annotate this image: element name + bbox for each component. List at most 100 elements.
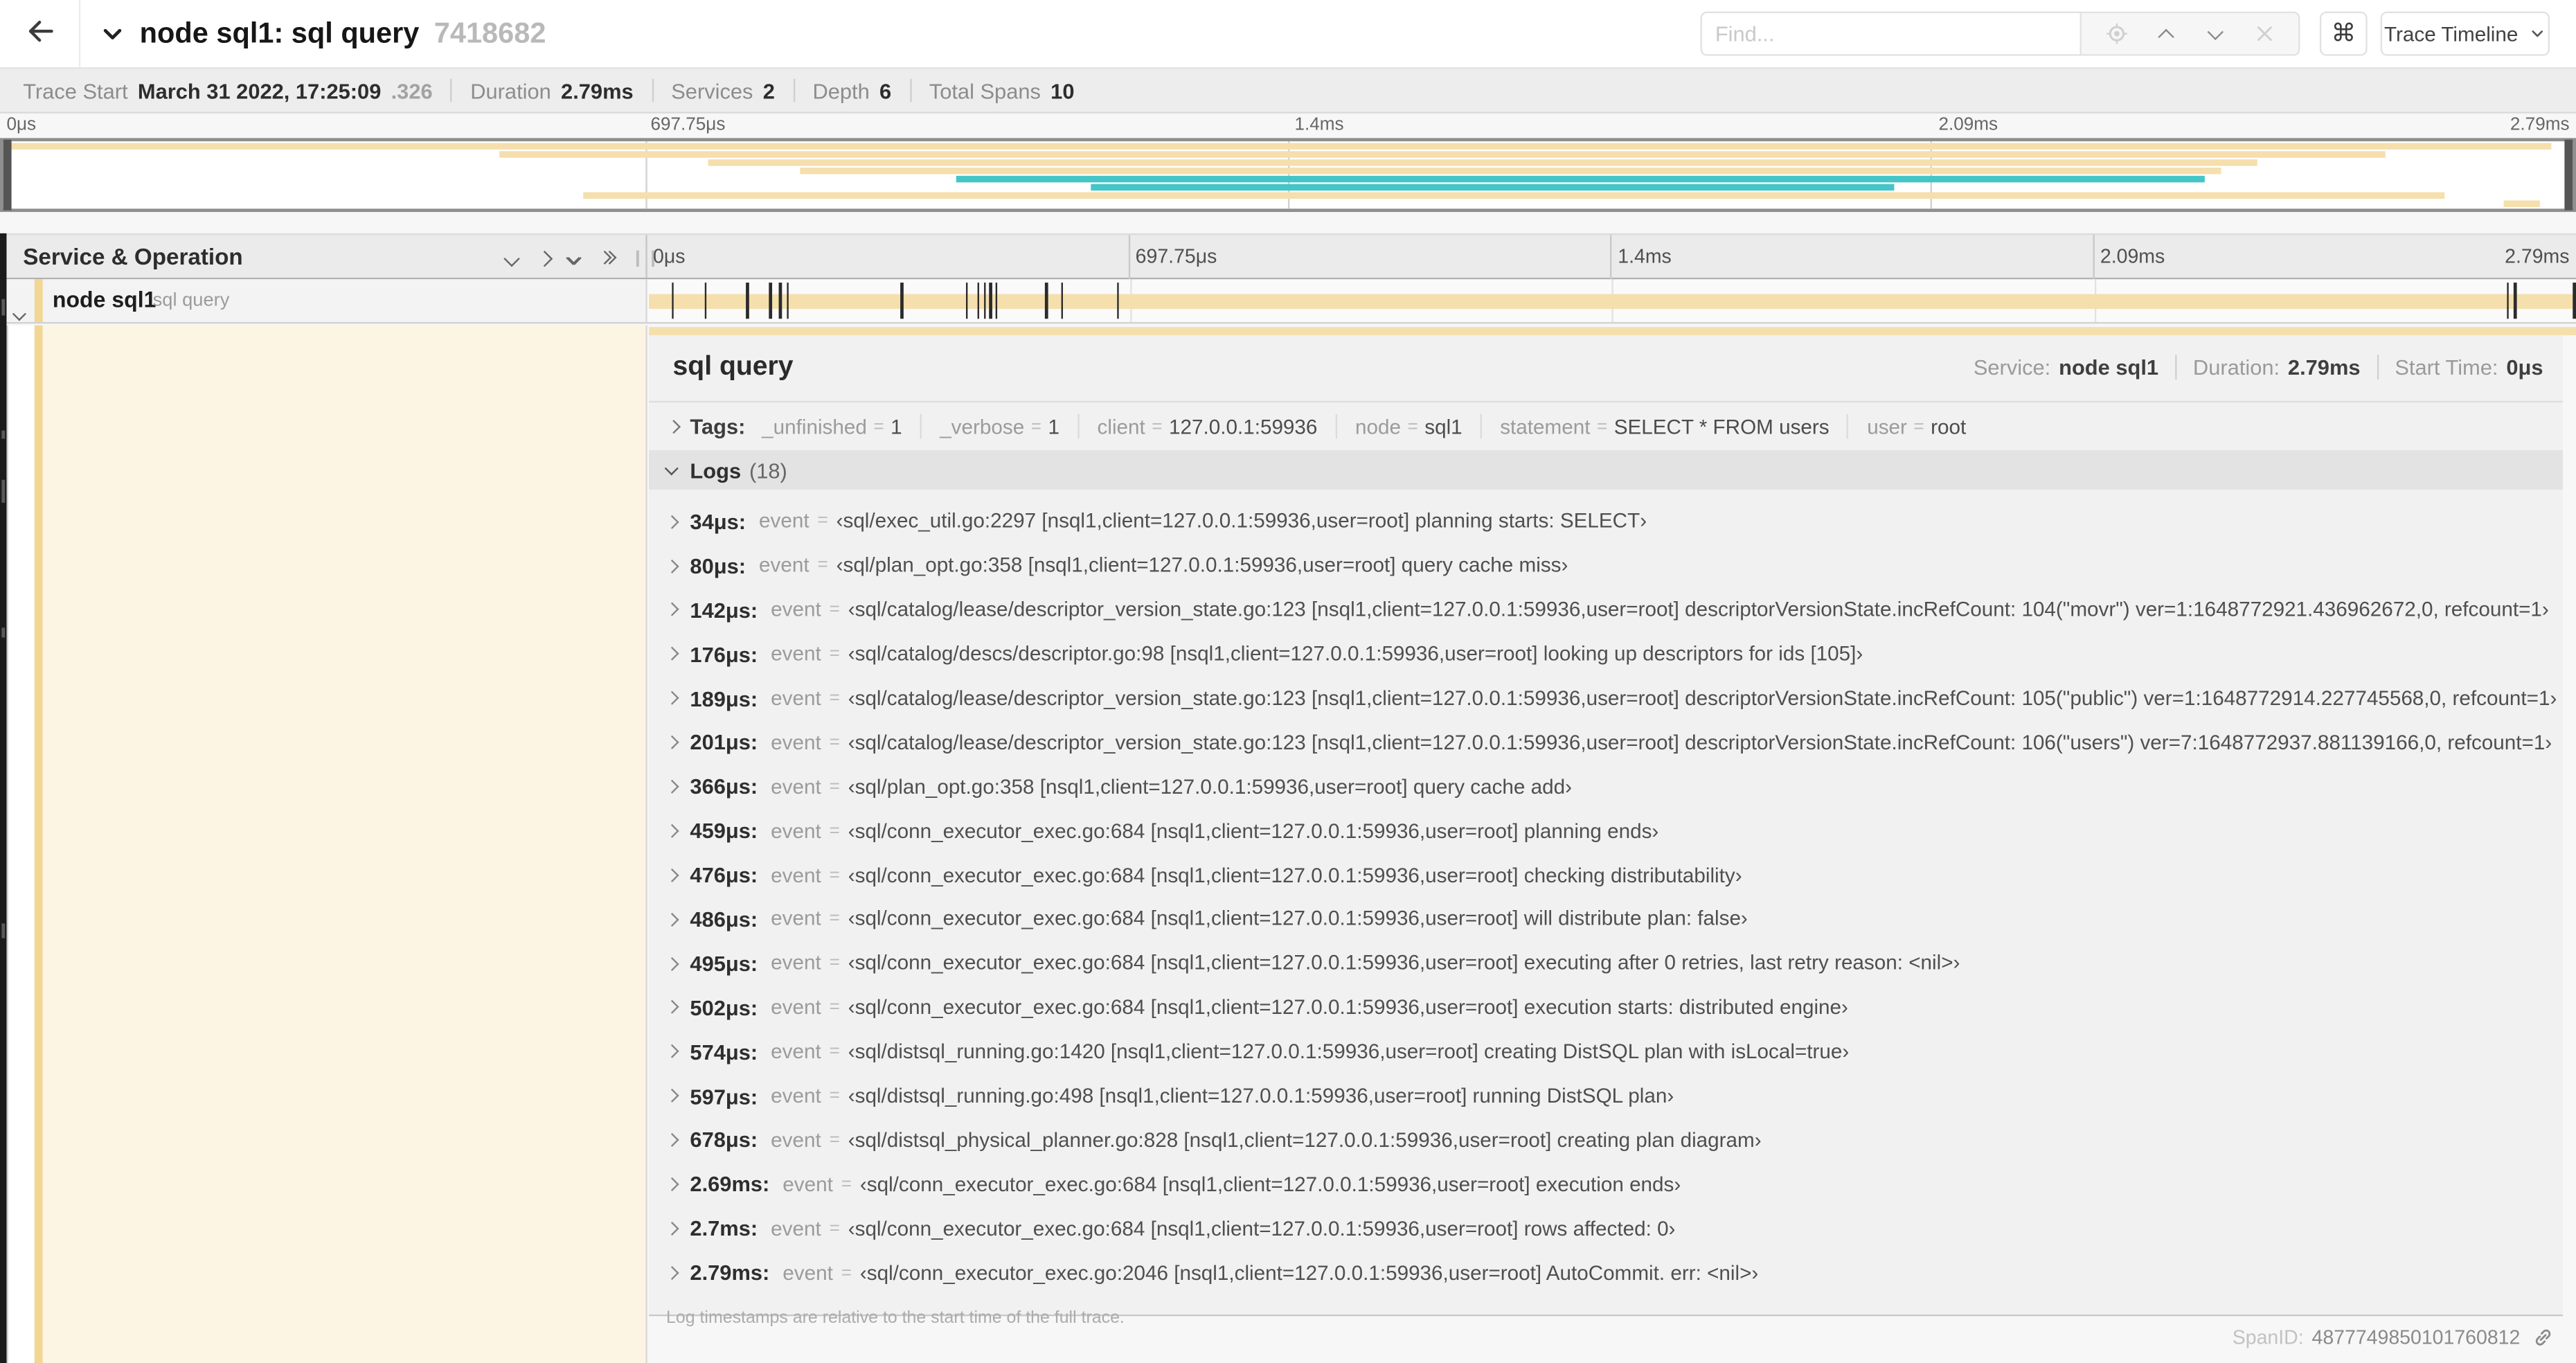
span-row[interactable]: node sql1 sql query <box>0 279 2576 326</box>
ruler-tick-label: 697.75μs <box>1135 244 1217 268</box>
logs-count: (18) <box>749 457 787 483</box>
log-tick <box>989 283 992 319</box>
tag-key: client <box>1097 415 1145 438</box>
log-row[interactable]: 201μs: event = ‹sql/catalog/lease/descripto… <box>656 720 2563 765</box>
tags-row[interactable]: Tags: _unfinished = 1 _verbose = 1 client = 127.… <box>648 402 2563 450</box>
tag-key: _unfinished <box>762 415 867 438</box>
log-equals: = <box>829 865 840 885</box>
minimap-left-scrubber[interactable] <box>3 139 12 211</box>
collapse-one-button[interactable] <box>498 247 524 269</box>
trace-collapse-toggle[interactable] <box>98 21 126 54</box>
back-button[interactable] <box>17 10 66 55</box>
log-event-value: ‹sql/plan_opt.go:358 [nsql1,client=127.0… <box>836 554 1568 578</box>
log-row[interactable]: 495μs: event = ‹sql/conn_executor_exec.go:6… <box>656 941 2563 986</box>
ruler-tick-label: 1.4ms <box>1618 244 1672 268</box>
log-event-key: event <box>771 1128 821 1152</box>
log-tick <box>1116 283 1119 319</box>
left-edge-dark-strip <box>0 233 6 1363</box>
tag-equals: = <box>1152 416 1163 436</box>
log-event-value: ‹sql/catalog/lease/descriptor_version_st… <box>848 598 2549 622</box>
detail-meta-label: Start Time: <box>2395 355 2498 380</box>
log-row[interactable]: 678μs: event = ‹sql/distsql_physical_planne… <box>656 1118 2563 1162</box>
expand-one-button[interactable] <box>530 247 557 269</box>
chevron-right-icon <box>664 956 677 970</box>
summary-value: 6 <box>879 78 892 103</box>
span-row-timeline[interactable] <box>647 279 2576 323</box>
chevron-right-icon <box>664 515 677 528</box>
log-equals: = <box>829 997 840 1018</box>
log-row[interactable]: 34μs: event = ‹sql/exec_util.go:2297 [nsql1… <box>656 499 2563 544</box>
next-result-button[interactable] <box>2200 19 2230 48</box>
log-timestamp: 2.69ms: <box>690 1172 770 1197</box>
prev-result-button[interactable] <box>2151 19 2181 48</box>
log-event-value: ‹sql/conn_executor_exec.go:684 [nsql1,cl… <box>848 819 1659 843</box>
detail-meta-value: 0μs <box>2506 355 2543 380</box>
span-collapse-toggle[interactable] <box>12 296 26 326</box>
log-row[interactable]: 80μs: event = ‹sql/plan_opt.go:358 [nsql1,c… <box>656 544 2563 588</box>
log-row[interactable]: 142μs: event = ‹sql/catalog/lease/descripto… <box>656 588 2563 632</box>
logs-section-toggle[interactable]: Logs (18) <box>647 450 2564 490</box>
log-row[interactable]: 176μs: event = ‹sql/catalog/descs/descripto… <box>656 632 2563 677</box>
detail-operation-title: sql query <box>672 351 794 382</box>
keyboard-shortcuts-button[interactable]: ⌘ <box>2319 11 2368 56</box>
log-equals: = <box>829 600 840 620</box>
log-row[interactable]: 597μs: event = ‹sql/distsql_running.go:498 … <box>656 1074 2563 1119</box>
log-row[interactable]: 366μs: event = ‹sql/plan_opt.go:358 [nsql1,… <box>656 765 2563 809</box>
log-row[interactable]: 502μs: event = ‹sql/conn_executor_exec.go:6… <box>656 986 2563 1030</box>
summary-label: Services <box>671 78 753 103</box>
trace-view-dropdown[interactable]: Trace Timeline <box>2380 11 2550 56</box>
minimap-tick-label: 2.09ms <box>1938 115 1998 135</box>
log-event-key: event <box>771 775 821 799</box>
log-row[interactable]: 486μs: event = ‹sql/conn_executor_exec.go:6… <box>656 897 2563 941</box>
log-tick <box>2506 283 2509 319</box>
log-row[interactable]: 2.7ms: event = ‹sql/conn_executor_exec.go:6… <box>656 1206 2563 1251</box>
service-color-stripe <box>34 279 42 323</box>
tag-divider <box>1847 413 1850 439</box>
collapse-all-button[interactable] <box>560 247 587 269</box>
log-event-value: ‹sql/conn_executor_exec.go:684 [nsql1,cl… <box>848 863 1742 887</box>
log-equals: = <box>817 511 828 532</box>
log-row[interactable]: 2.79ms: event = ‹sql/conn_executor_exec.go:… <box>656 1251 2563 1295</box>
trace-view-label: Trace Timeline <box>2383 22 2519 46</box>
service-operation-title: Service & Operation <box>23 243 243 270</box>
tag-key: _verbose <box>940 415 1025 438</box>
minimap-right-scrubber[interactable] <box>2564 139 2573 211</box>
log-equals: = <box>829 688 840 709</box>
log-timestamp: 80μs: <box>690 553 746 578</box>
tag-key: user <box>1867 415 1907 438</box>
trace-id: 7418682 <box>433 16 546 50</box>
log-event-key: event <box>771 1084 821 1108</box>
log-equals: = <box>829 1086 840 1106</box>
log-event-key: event <box>771 996 821 1019</box>
minimap-span-bar <box>799 167 2221 175</box>
detail-row-indent-area <box>42 325 647 1363</box>
timeline-minimap[interactable] <box>0 138 2576 213</box>
expand-all-button[interactable] <box>593 247 619 269</box>
chevron-right-icon <box>664 1266 677 1279</box>
log-event-key: event <box>771 907 821 931</box>
log-row[interactable]: 574μs: event = ‹sql/distsql_running.go:1420… <box>656 1030 2563 1074</box>
logs-label: Logs <box>690 457 742 483</box>
span-duration-bar[interactable] <box>647 293 2576 310</box>
link-icon[interactable] <box>2532 1326 2555 1349</box>
log-tick <box>1045 283 1048 319</box>
find-input[interactable] <box>1700 11 2082 56</box>
detail-meta-label: Duration: <box>2192 355 2280 380</box>
log-row[interactable]: 2.69ms: event = ‹sql/conn_executor_exec.go:… <box>656 1162 2563 1206</box>
log-event-value: ‹sql/exec_util.go:2297 [nsql1,client=127… <box>836 510 1647 533</box>
summary-label: Total Spans <box>929 78 1041 103</box>
log-row[interactable]: 459μs: event = ‹sql/conn_executor_exec.go:6… <box>656 809 2563 853</box>
log-event-key: event <box>771 731 821 754</box>
chevron-right-icon <box>665 420 679 433</box>
chevron-right-icon <box>664 1001 677 1015</box>
chevron-right-icon <box>664 780 677 794</box>
ruler-tick-label: 2.09ms <box>2100 244 2165 268</box>
log-timestamp: 2.7ms: <box>690 1216 758 1241</box>
tag-value: 1 <box>1048 415 1059 438</box>
log-timestamp: 176μs: <box>690 641 758 667</box>
locate-icon[interactable] <box>2101 19 2131 48</box>
log-row[interactable]: 476μs: event = ‹sql/conn_executor_exec.go:6… <box>656 853 2563 898</box>
clear-search-button[interactable] <box>2249 19 2279 48</box>
minimap-span-bar <box>1090 184 1895 192</box>
log-row[interactable]: 189μs: event = ‹sql/catalog/lease/descripto… <box>656 676 2563 720</box>
